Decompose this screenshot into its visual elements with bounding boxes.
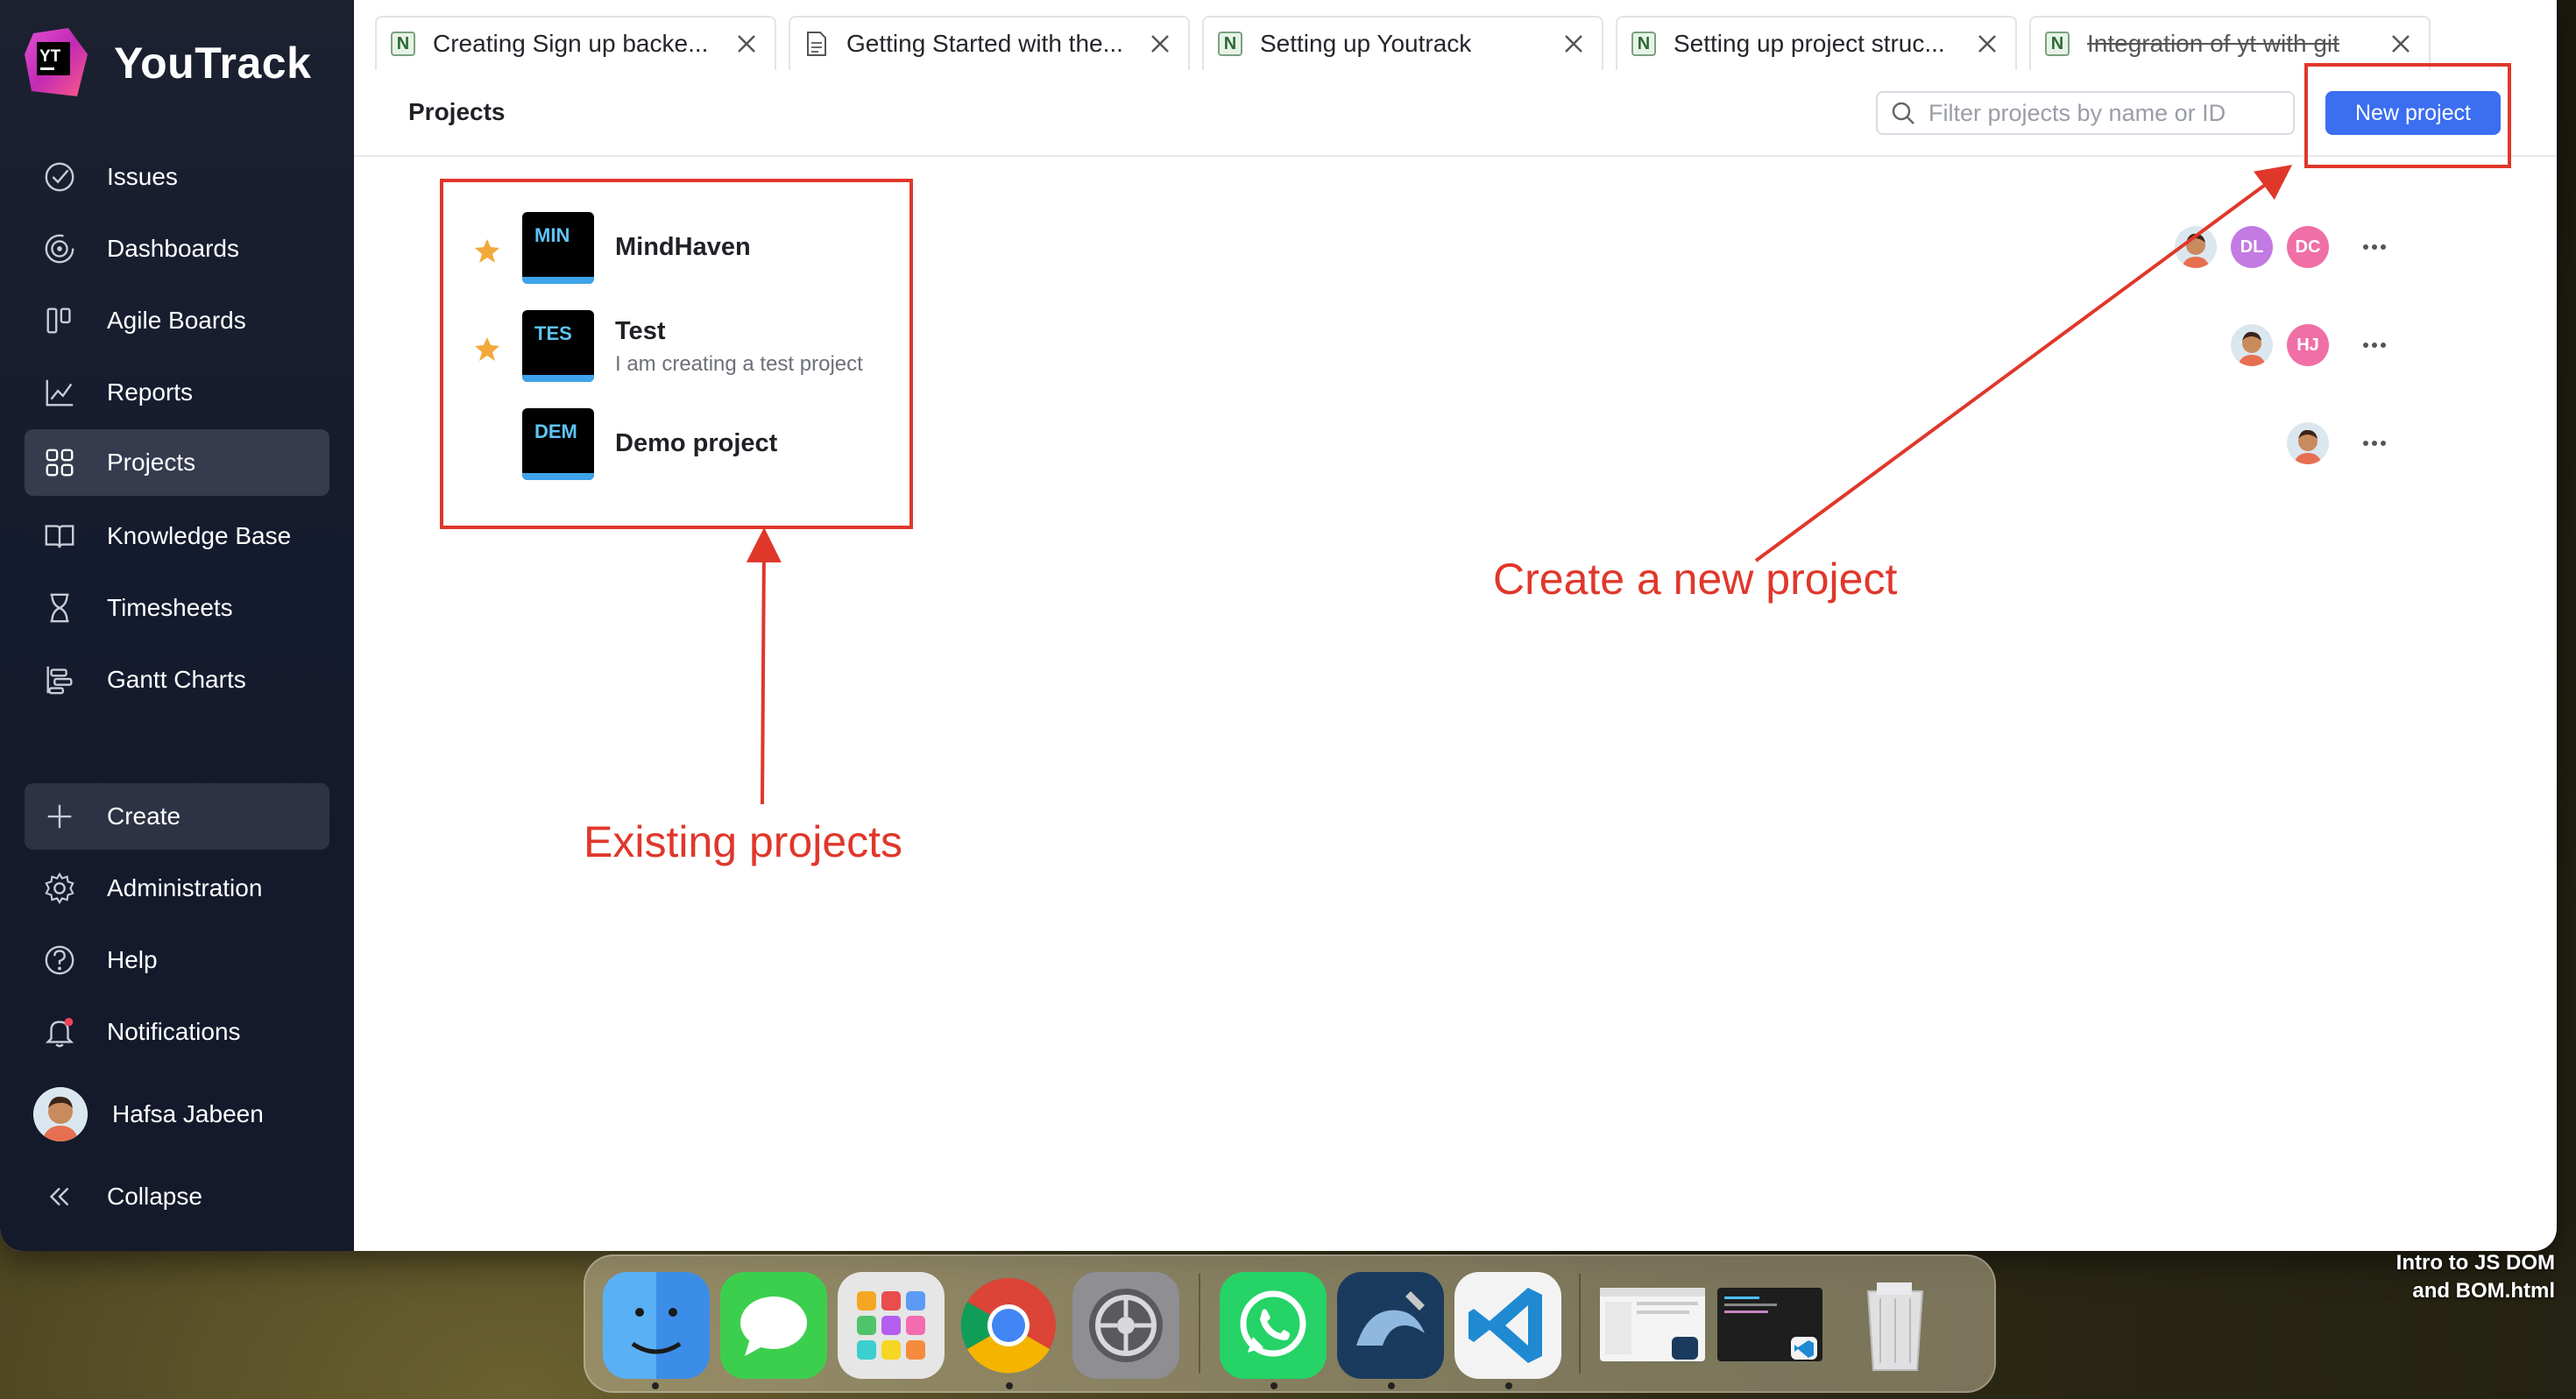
dock-separator — [1199, 1274, 1200, 1374]
annotation-existing-projects: Existing projects — [584, 817, 903, 866]
launchpad-icon[interactable] — [838, 1272, 945, 1379]
annotation-arrows — [746, 165, 2293, 805]
file-name-line: and BOM.html — [2412, 1279, 2555, 1303]
minimized-window-thumbnail[interactable] — [1600, 1288, 1705, 1361]
finder-icon[interactable] — [603, 1272, 710, 1379]
minimized-window-thumbnail[interactable] — [1717, 1288, 1822, 1361]
chrome-icon[interactable] — [955, 1272, 1062, 1379]
youtrack-window: YT YouTrack Issues Dashboards Agile Boar… — [0, 0, 2557, 1251]
messages-icon[interactable] — [720, 1272, 827, 1379]
running-indicator — [1270, 1382, 1277, 1389]
running-indicator — [1388, 1382, 1395, 1389]
system-settings-icon[interactable] — [1072, 1272, 1179, 1379]
running-indicator — [652, 1382, 659, 1389]
vscode-icon[interactable] — [1454, 1272, 1561, 1379]
dock-separator — [1579, 1274, 1581, 1374]
mysql-workbench-icon[interactable] — [1337, 1272, 1444, 1379]
file-name-line: Intro to JS DOM — [2396, 1251, 2555, 1275]
dock — [584, 1254, 1996, 1393]
trash-icon[interactable] — [1842, 1272, 1949, 1379]
desktop-file-label[interactable]: Intro to JS DOM and BOM.html — [2362, 1249, 2555, 1305]
whatsapp-icon[interactable] — [1220, 1272, 1327, 1379]
running-indicator — [1006, 1382, 1013, 1389]
running-indicator — [1505, 1382, 1512, 1389]
annotation-create-project: Create a new project — [1493, 555, 1898, 604]
